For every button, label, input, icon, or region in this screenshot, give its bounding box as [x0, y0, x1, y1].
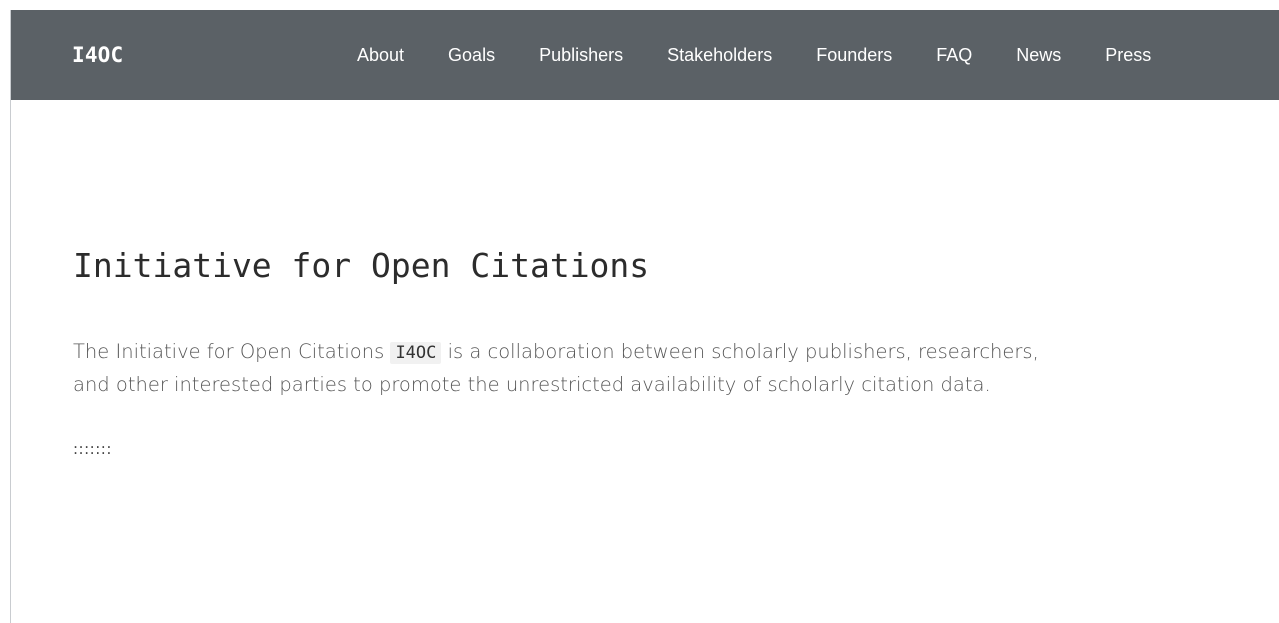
left-edge-border — [10, 10, 11, 623]
intro-paragraph: The Initiative for Open Citations I4OC i… — [73, 336, 1053, 401]
nav-link-news[interactable]: News — [1016, 45, 1061, 65]
top-strip — [0, 0, 1279, 10]
nav-link-faq[interactable]: FAQ — [936, 45, 972, 65]
nav-link-about[interactable]: About — [357, 45, 404, 65]
page-title: Initiative for Open Citations — [73, 246, 650, 285]
intro-text-before: The Initiative for Open Citations — [73, 340, 391, 363]
nav-link-press[interactable]: Press — [1105, 45, 1151, 65]
nav-link-founders[interactable]: Founders — [816, 45, 892, 65]
top-navbar: I4OC About Goals Publishers Stakeholders… — [10, 10, 1279, 100]
page: I4OC About Goals Publishers Stakeholders… — [0, 0, 1279, 623]
nav-link-goals[interactable]: Goals — [448, 45, 495, 65]
intro-code-acronym: I4OC — [390, 342, 442, 364]
nav-link-publishers[interactable]: Publishers — [539, 45, 623, 65]
main-content: Initiative for Open Citations The Initia… — [73, 240, 1053, 459]
dotted-separator: ::::::: — [73, 440, 112, 458]
nav-links: About Goals Publishers Stakeholders Foun… — [357, 10, 1195, 100]
brand-logo-link[interactable]: I4OC — [72, 10, 123, 100]
nav-link-stakeholders[interactable]: Stakeholders — [667, 45, 772, 65]
